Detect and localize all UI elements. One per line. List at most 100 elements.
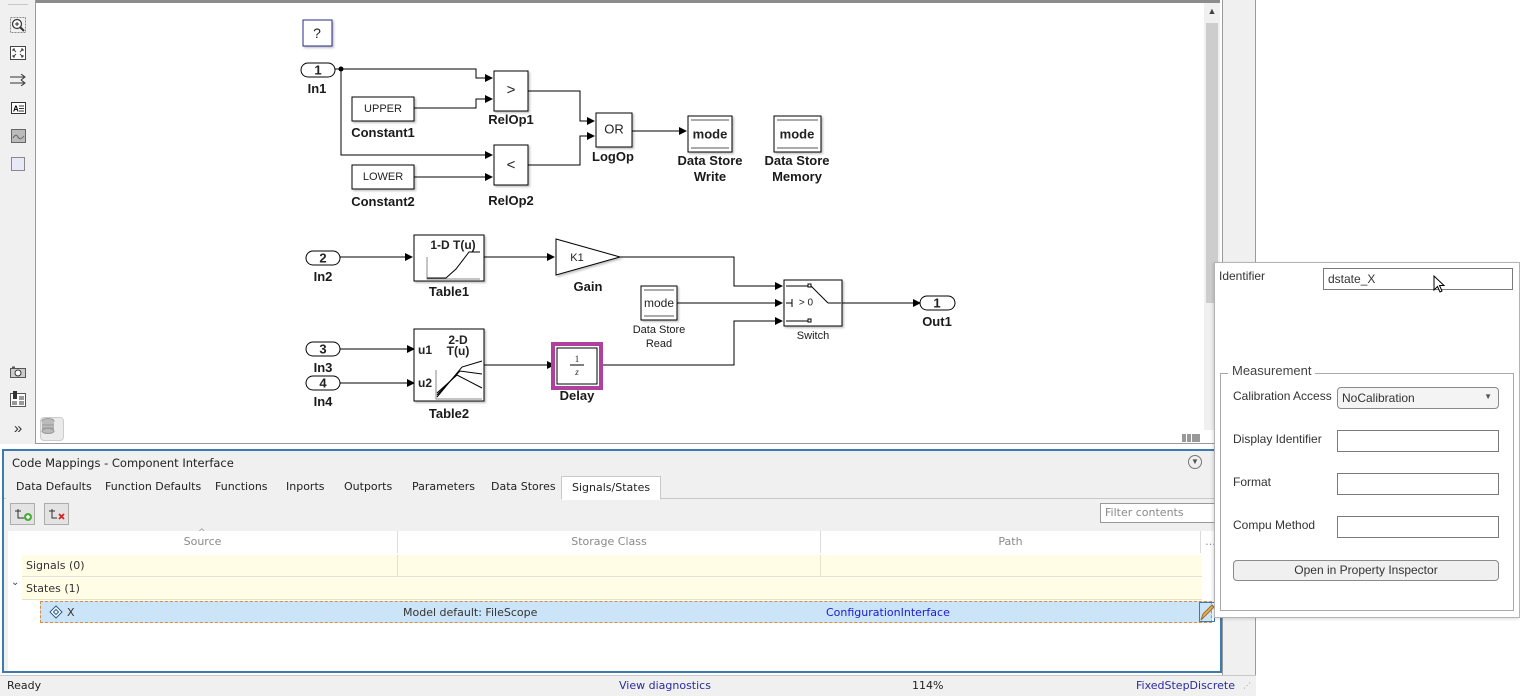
out1-port-number: 1 [933, 295, 941, 311]
state-icon [45, 602, 63, 622]
scrollbar-thumb[interactable] [1206, 23, 1218, 303]
ds-memory-label-2[interactable]: Memory [772, 169, 822, 185]
signal-line [620, 256, 783, 290]
tab-functions[interactable]: Functions [205, 477, 279, 499]
diagram-lines [300, 19, 956, 402]
signal-line [528, 90, 595, 125]
fit-to-view-icon[interactable] [9, 44, 27, 62]
area-icon[interactable] [9, 155, 27, 173]
expand-chevron-icon[interactable]: ⌄ [11, 577, 19, 588]
ds-read-label-1[interactable]: Data Store [633, 323, 686, 337]
image-icon[interactable] [9, 127, 27, 145]
out1-label[interactable]: Out1 [922, 314, 952, 330]
switch-threshold: > 0 [798, 297, 814, 309]
status-bar: Ready View diagnostics 114% FixedStepDis… [0, 675, 1256, 696]
in2-label[interactable]: In2 [314, 269, 333, 285]
identifier-input[interactable]: dstate_X [1323, 268, 1513, 290]
switch-label[interactable]: Switch [797, 329, 829, 343]
status-text: Ready [7, 679, 42, 692]
panel-options-icon[interactable]: ▼ [1188, 455, 1202, 469]
view-diagnostics-link[interactable]: View diagnostics [619, 679, 711, 692]
tab-function-defaults[interactable]: Function Defaults [95, 477, 213, 499]
ds-write-label-1[interactable]: Data Store [677, 153, 742, 169]
tab-data-defaults[interactable]: Data Defaults [6, 477, 103, 499]
add-signal-button[interactable] [10, 503, 35, 525]
data-explorer-button[interactable] [40, 417, 64, 441]
display-identifier-input[interactable] [1337, 430, 1499, 452]
ds-memory-name: mode [779, 126, 815, 142]
constant1-value: UPPER [364, 103, 402, 115]
table2-u1: u1 [417, 343, 433, 357]
filter-input[interactable]: Filter contents [1100, 503, 1224, 523]
column-header-path[interactable]: Path [821, 531, 1201, 553]
zoom-in-icon[interactable] [9, 16, 27, 34]
in2-port-number: 2 [319, 250, 327, 266]
in3-port-number: 3 [319, 341, 327, 357]
route-lines-icon[interactable] [9, 71, 27, 89]
mouse-cursor-icon [1433, 275, 1446, 293]
in4-label[interactable]: In4 [314, 394, 333, 410]
gain-label[interactable]: Gain [574, 279, 603, 295]
compu-method-input[interactable] [1337, 516, 1499, 538]
relop1-operator: > [506, 81, 516, 99]
table2-u2: u2 [417, 376, 433, 390]
relop1-label[interactable]: RelOp1 [488, 112, 534, 128]
table-row[interactable]: X Model default: FileScope Configuration… [40, 601, 1215, 623]
ds-read-name: mode [643, 296, 675, 310]
in1-port-number: 1 [314, 62, 322, 78]
path-cell[interactable]: ConfigurationInterface [822, 602, 950, 622]
ds-read-label-2[interactable]: Read [646, 337, 672, 351]
panel-title: Code Mappings - Component Interface [12, 456, 234, 470]
tab-outports[interactable]: Outports [334, 477, 404, 499]
help-block-text: ? [313, 25, 321, 41]
table1-label[interactable]: Table1 [429, 284, 469, 300]
column-header-source[interactable]: Source ^ [8, 528, 398, 553]
table2-label[interactable]: Table2 [429, 406, 469, 422]
column-header-storage-class[interactable]: Storage Class [398, 531, 821, 553]
annotation-icon[interactable]: A [9, 99, 27, 117]
layout-toggle-icon[interactable] [1182, 433, 1202, 443]
scroll-up-icon[interactable]: ▲ [1204, 3, 1220, 19]
open-property-inspector-button[interactable]: Open in Property Inspector [1233, 560, 1499, 581]
group-row-states[interactable]: States (1) [22, 578, 1202, 600]
in3-label[interactable]: In3 [314, 360, 333, 376]
toolbar-separator [8, 4, 28, 5]
delay-numerator: 1 [574, 354, 580, 364]
more-icon[interactable]: » [9, 419, 27, 437]
group-row-signals[interactable]: Signals (0) [22, 555, 1202, 577]
code-mappings-panel: Code Mappings - Component Interface ▼ Da… [2, 449, 1224, 673]
tab-data-stores[interactable]: Data Stores [481, 477, 567, 499]
table1-title: 1-D T(u) [430, 238, 476, 252]
format-input[interactable] [1337, 473, 1499, 495]
delay-label[interactable]: Delay [560, 388, 595, 404]
compu-method-label: Compu Method [1233, 518, 1316, 532]
edit-icon[interactable] [1199, 602, 1215, 622]
relop2-label[interactable]: RelOp2 [488, 193, 534, 209]
property-inspector-icon[interactable] [9, 390, 27, 408]
constant1-label[interactable]: Constant1 [351, 125, 415, 141]
signal-line [600, 317, 783, 366]
storage-class-cell[interactable]: Model default: FileScope [399, 602, 537, 622]
model-canvas[interactable]: ? 1 In1 2 In2 3 In3 4 In4 1 Out1 UPPER C… [36, 0, 1220, 444]
branch-point [338, 66, 344, 72]
gain-block [555, 238, 622, 276]
svg-text:A: A [13, 105, 19, 114]
remove-signal-icon [49, 509, 65, 520]
logop-label[interactable]: LogOp [592, 149, 634, 165]
tab-parameters[interactable]: Parameters [402, 477, 486, 499]
left-toolbar: A » [0, 0, 36, 444]
tab-inports[interactable]: Inports [276, 477, 336, 499]
in1-label[interactable]: In1 [308, 81, 327, 97]
solver-link[interactable]: FixedStepDiscrete [1136, 679, 1235, 692]
constant2-label[interactable]: Constant2 [351, 194, 415, 210]
delay-denominator: z [575, 367, 579, 377]
calibration-access-value: NoCalibration [1342, 391, 1415, 405]
group-label: Signals (0) [22, 555, 398, 576]
ds-memory-label-1[interactable]: Data Store [764, 153, 829, 169]
screenshot-icon[interactable] [9, 363, 27, 381]
tab-signals-states[interactable]: Signals/States [561, 476, 662, 500]
ds-write-label-2[interactable]: Write [694, 169, 726, 185]
remove-signal-button[interactable] [44, 503, 69, 525]
calibration-access-select[interactable]: NoCalibration ▼ [1337, 387, 1499, 409]
resize-grip-icon[interactable]: ⋰ [1243, 681, 1251, 690]
